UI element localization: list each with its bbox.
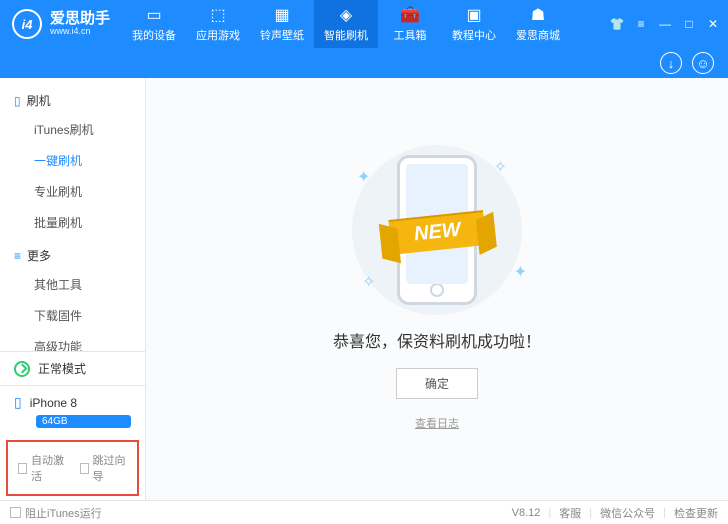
view-log-link[interactable]: 查看日志: [415, 415, 459, 431]
group-more[interactable]: ≡ 更多: [0, 241, 145, 270]
tutorial-icon: ▣: [466, 6, 481, 24]
nav-toolbox[interactable]: 🧰 工具箱: [378, 0, 442, 48]
logo: i4 爱思助手 www.i4.cn: [0, 9, 122, 39]
flash-icon: ◈: [340, 6, 352, 24]
store-icon: ☗: [531, 6, 545, 24]
top-nav: ▭ 我的设备 ⬚ 应用游戏 ▦ 铃声壁纸 ◈ 智能刷机 🧰 工具箱 ▣ 教程中心 ☗ 爱思商城: [122, 0, 610, 48]
sidebar-item-advanced[interactable]: 高级功能: [34, 338, 145, 351]
phone-small-icon: ▯: [14, 394, 22, 411]
nav-wallpaper[interactable]: ▦ 铃声壁纸: [250, 0, 314, 48]
nav-tutorial[interactable]: ▣ 教程中心: [442, 0, 506, 48]
sidebar-item-oneclick-flash[interactable]: 一键刷机: [34, 152, 145, 169]
nav-label: 智能刷机: [324, 27, 368, 43]
window-controls: 👕 ≡ — □ ✕: [610, 17, 728, 31]
phone-icon: ▭: [146, 6, 161, 24]
nav-label: 铃声壁纸: [260, 27, 304, 43]
main-panel: ✦✧✦✧ NEW 恭喜您，保资料刷机成功啦！ 确定 查看日志: [146, 78, 728, 500]
device-name: iPhone 8: [30, 396, 77, 410]
block-itunes-checkbox[interactable]: 阻止iTunes运行: [10, 505, 102, 521]
nav-store[interactable]: ☗ 爱思商城: [506, 0, 570, 48]
group-title: 刷机: [27, 92, 51, 109]
checkbox-label: 阻止iTunes运行: [25, 505, 102, 521]
download-button[interactable]: ↓: [660, 52, 682, 74]
device-box[interactable]: ▯ iPhone 8 64GB: [0, 385, 145, 436]
options-box: 自动激活 跳过向导: [6, 440, 139, 496]
nav-apps[interactable]: ⬚ 应用游戏: [186, 0, 250, 48]
app-header: i4 爱思助手 www.i4.cn ▭ 我的设备 ⬚ 应用游戏 ▦ 铃声壁纸 ◈ 智能刷…: [0, 0, 728, 48]
success-message: 恭喜您，保资料刷机成功啦！: [333, 328, 541, 352]
toolbox-icon: 🧰: [400, 6, 420, 24]
auto-activate-checkbox[interactable]: 自动激活: [18, 452, 66, 484]
menu-icon[interactable]: ≡: [634, 17, 648, 31]
refresh-icon: [14, 361, 30, 377]
apps-icon: ⬚: [210, 6, 225, 24]
nav-label: 爱思商城: [516, 27, 560, 43]
device-storage-badge: 64GB: [36, 415, 131, 428]
checkbox-label: 跳过向导: [93, 452, 127, 484]
close-icon[interactable]: ✕: [706, 17, 720, 31]
list-icon: ≡: [14, 249, 21, 263]
footer-update-link[interactable]: 检查更新: [674, 505, 718, 521]
skip-wizard-checkbox[interactable]: 跳过向导: [80, 452, 128, 484]
logo-mark: i4: [12, 9, 42, 39]
ok-button[interactable]: 确定: [396, 368, 478, 399]
group-title: 更多: [27, 247, 51, 264]
footer-support-link[interactable]: 客服: [559, 505, 581, 521]
sidebar-item-other-tools[interactable]: 其他工具: [34, 276, 145, 293]
shirt-icon[interactable]: 👕: [610, 17, 624, 31]
mode-indicator[interactable]: 正常模式: [0, 351, 145, 385]
sidebar-item-pro-flash[interactable]: 专业刷机: [34, 183, 145, 200]
nav-device[interactable]: ▭ 我的设备: [122, 0, 186, 48]
logo-title: 爱思助手: [50, 11, 110, 28]
version-label: V8.12: [512, 507, 541, 519]
sub-header: ↓ ☺: [0, 48, 728, 78]
sidebar-item-itunes-flash[interactable]: iTunes刷机: [34, 121, 145, 138]
mode-label: 正常模式: [38, 360, 86, 377]
maximize-icon[interactable]: □: [682, 17, 696, 31]
nav-label: 工具箱: [394, 27, 427, 43]
nav-label: 教程中心: [452, 27, 496, 43]
user-button[interactable]: ☺: [692, 52, 714, 74]
sidebar-item-download-fw[interactable]: 下载固件: [34, 307, 145, 324]
sidebar: ▯ 刷机 iTunes刷机 一键刷机 专业刷机 批量刷机 ≡ 更多 其他工具 下载固…: [0, 78, 146, 500]
logo-url: www.i4.cn: [50, 27, 110, 37]
device-icon: ▯: [14, 94, 21, 108]
minimize-icon[interactable]: —: [658, 17, 672, 31]
footer: 阻止iTunes运行 V8.12 | 客服 | 微信公众号 | 检查更新: [0, 500, 728, 524]
nav-label: 应用游戏: [196, 27, 240, 43]
checkbox-label: 自动激活: [31, 452, 65, 484]
nav-label: 我的设备: [132, 27, 176, 43]
success-illustration: ✦✧✦✧ NEW: [337, 147, 537, 312]
footer-wechat-link[interactable]: 微信公众号: [600, 505, 655, 521]
sidebar-item-batch-flash[interactable]: 批量刷机: [34, 214, 145, 231]
group-flash[interactable]: ▯ 刷机: [0, 86, 145, 115]
nav-flash[interactable]: ◈ 智能刷机: [314, 0, 378, 48]
wallpaper-icon: ▦: [274, 6, 289, 24]
